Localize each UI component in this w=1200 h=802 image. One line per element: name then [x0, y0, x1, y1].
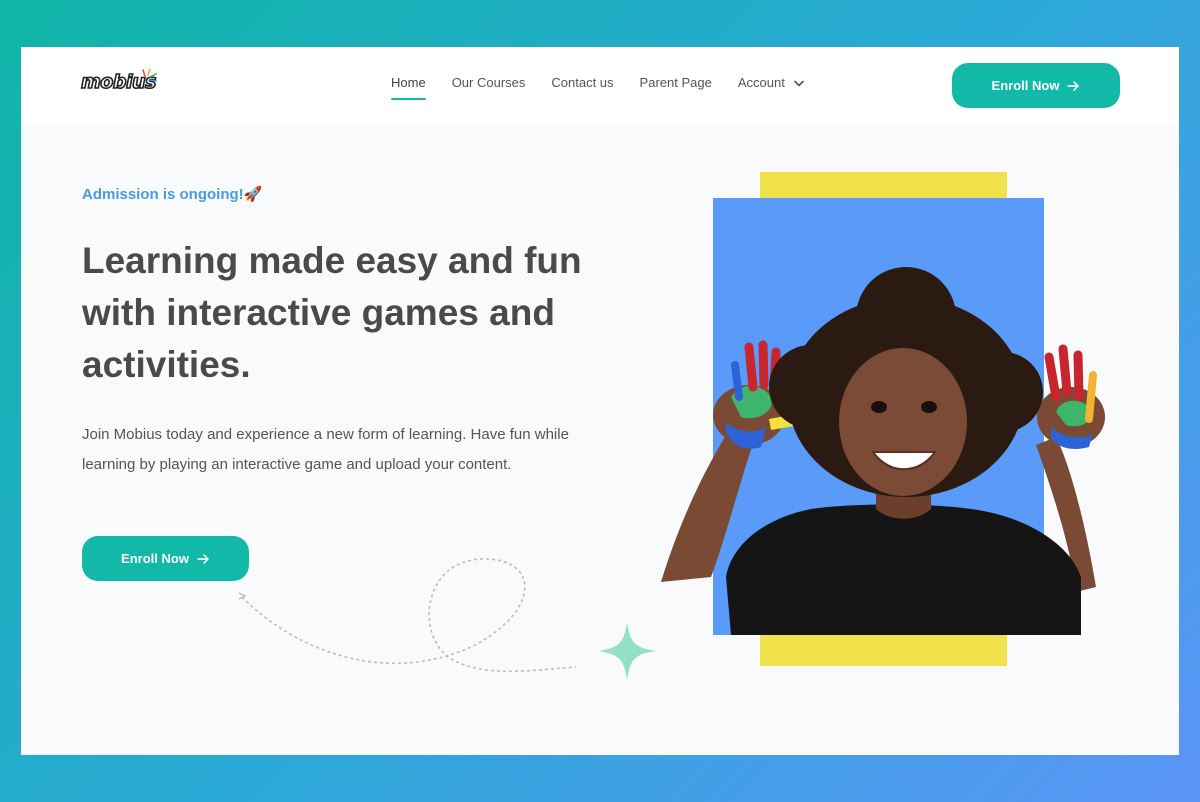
- yellow-accent-top: [760, 172, 1007, 198]
- hero-photo-girl-painted-hands: [661, 267, 1105, 635]
- page-frame: mobius Home Our Courses Contact us Paren…: [21, 47, 1179, 755]
- yellow-accent-bottom: [760, 635, 1007, 666]
